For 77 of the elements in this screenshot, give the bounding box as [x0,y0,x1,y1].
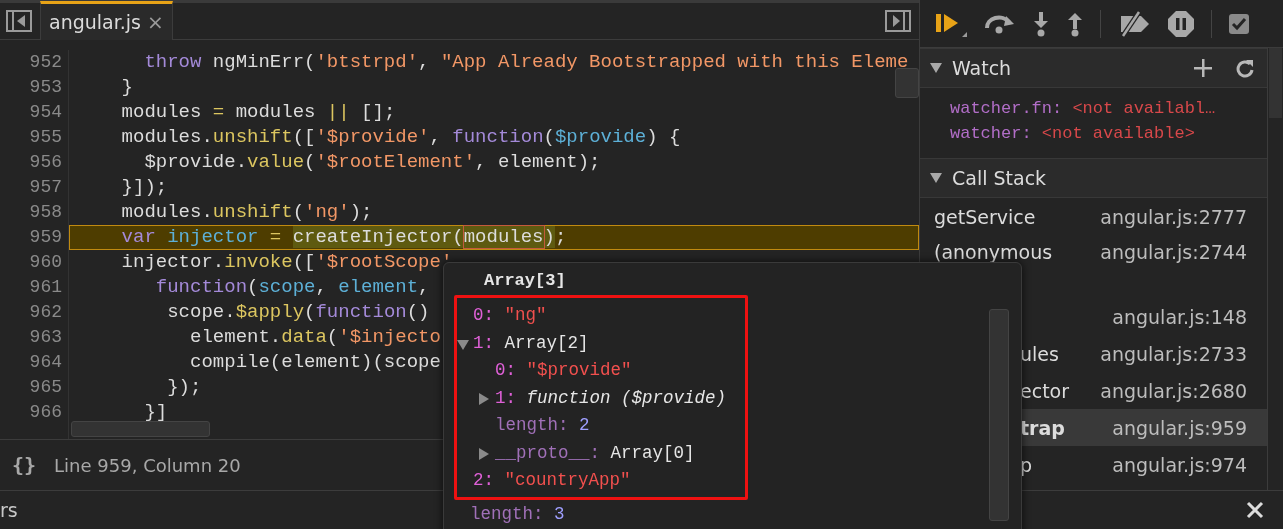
expand-triangle-icon[interactable] [479,447,489,460]
file-tab[interactable]: angular.js × [40,0,173,40]
frame-location: angular.js:959 [1112,416,1247,439]
tab-label: angular.js [49,10,141,33]
watch-expression: watcher.fn: <not availabl… [950,98,1217,120]
function-name: ules [1020,342,1059,365]
call-frame[interactable]: getService angular.js:2777 [920,198,1267,235]
code-line: throw ngMinErr('btstrpd', "App Already Bootstrapped with this Eleme [143,51,909,73]
function-name: p [1020,453,1033,476]
code-line: injector.invoke(['$rootScope' [120,251,453,273]
code-line: $provide.value('$rootElement', element); [143,151,601,173]
property: 0: "$provide" [495,360,632,380]
add-icon[interactable] [1193,58,1213,78]
cursor-position: Line 959, Column 20 [54,454,241,476]
vertical-scrollbar[interactable] [1269,48,1282,118]
function-name: (anonymous [934,241,1053,263]
checkbox-icon[interactable] [1228,12,1250,35]
code-line: } [120,76,133,98]
debugger-toggle-icon[interactable] [885,10,911,32]
close-tab-button[interactable]: × [147,9,164,34]
pretty-print-button[interactable]: {} [12,453,37,477]
property: 1: function ($provide) [495,387,727,408]
line-number: 964 [28,351,63,374]
function-name: ector [1020,379,1070,402]
code-line: modules.unshift(['$provide', function($provide) { [120,126,681,148]
line-number: 962 [28,301,63,324]
expand-triangle-icon[interactable] [479,392,489,405]
close-icon[interactable] [1245,500,1265,520]
vertical-scrollbar[interactable] [989,309,1009,521]
code-line: modules.unshift('ng'); [120,201,373,223]
line-number: 961 [28,276,63,299]
line-number: 966 [28,401,63,424]
line-number: 959 [28,226,63,249]
pause-on-exceptions-icon[interactable] [1167,9,1195,38]
code-line: scope.$apply(function() [166,301,430,323]
code-line: function(scope, element, [154,276,430,298]
code-line: compile(element)(scope [189,351,441,373]
line-number: 960 [28,251,63,274]
function-name: getService [934,205,1036,228]
drawer-tab[interactable]: rs [0,499,18,521]
line-number: 956 [28,151,63,174]
line-number: 952 [28,51,63,74]
function-name: trap [1020,416,1065,439]
step-into-icon[interactable] [1032,10,1050,37]
code-line: }]); [120,176,168,198]
code-line: modules = modules || []; [120,101,396,123]
watch-expression: watcher: <not available> [950,123,1196,145]
frame-location: angular.js:2777 [1100,205,1247,228]
property: 1: Array[2] [473,332,589,353]
frame-location: angular.js:2680 [1100,379,1247,402]
property: 0: "ng" [473,305,547,325]
code-line: var injector = createInjector(modules); [120,226,567,248]
line-number: 953 [28,76,63,99]
line-number: 963 [28,326,63,349]
expand-triangle-icon[interactable] [457,339,469,350]
line-number: 955 [28,126,63,149]
frame-location: angular.js:148 [1112,305,1247,328]
line-number: 954 [28,101,63,124]
horizontal-scrollbar[interactable] [71,421,210,437]
step-out-icon[interactable] [1066,10,1084,37]
line-number: 958 [28,201,63,224]
line-number: 957 [28,176,63,199]
code-line: element.data('$injecto [189,326,441,348]
property: __proto__: Array[0] [495,442,695,463]
frame-location: angular.js:974 [1112,453,1247,476]
frame-location: angular.js:2733 [1100,342,1247,365]
property: length: 3 [470,503,565,524]
property: length: 2 [495,415,590,435]
refresh-icon[interactable] [1235,58,1255,78]
frame-location: angular.js:2744 [1100,241,1247,263]
vertical-scrollbar[interactable] [895,68,919,98]
code-line: }] [143,401,168,423]
popover-title: Array[3] [483,270,567,292]
property: 2: "countryApp" [473,470,631,490]
code-line: }); [166,376,202,398]
navigator-toggle-icon[interactable] [6,10,32,32]
line-number: 965 [28,376,63,399]
